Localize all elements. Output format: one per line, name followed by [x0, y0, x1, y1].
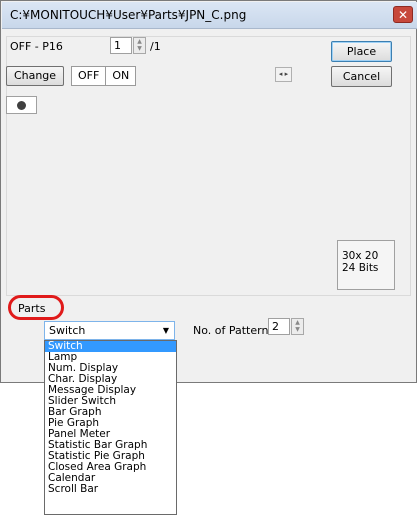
- title-bar: C:¥MONITOUCH¥User¥Parts¥JPN_C.png ✕: [2, 2, 417, 29]
- patterns-count-label: No. of Patterns: [193, 324, 275, 337]
- image-info-box: 30x 20 24 Bits: [337, 240, 395, 290]
- record-dot-icon: [17, 101, 26, 110]
- toggle-off[interactable]: OFF: [72, 67, 105, 85]
- parts-dropdown-list[interactable]: Switch Lamp Num. Display Char. Display M…: [44, 340, 177, 515]
- pattern-total: /1: [150, 40, 161, 53]
- left-right-arrows-icon[interactable]: ◂ ▸: [275, 67, 292, 82]
- close-button[interactable]: ✕: [393, 6, 413, 23]
- chevron-down-icon[interactable]: ▼: [163, 326, 169, 335]
- patterns-count-spinner[interactable]: ▲ ▼: [291, 318, 304, 335]
- spin-up-icon[interactable]: ▲: [292, 319, 303, 326]
- pattern-label: OFF - P16: [10, 40, 63, 53]
- off-on-toggle[interactable]: OFF ON: [71, 66, 137, 86]
- image-bits: 24 Bits: [342, 262, 379, 274]
- dropdown-item-scroll-bar[interactable]: Scroll Bar: [45, 484, 176, 495]
- pattern-number-input[interactable]: 1: [110, 37, 132, 54]
- place-button[interactable]: Place: [331, 41, 392, 62]
- spin-down-icon[interactable]: ▼: [292, 326, 303, 333]
- change-button[interactable]: Change: [6, 66, 64, 86]
- parts-label: Parts: [18, 302, 46, 315]
- patterns-count-input[interactable]: 2: [268, 318, 290, 335]
- toggle-on[interactable]: ON: [105, 67, 135, 85]
- cancel-button[interactable]: Cancel: [331, 66, 392, 87]
- window-title: C:¥MONITOUCH¥User¥Parts¥JPN_C.png: [10, 8, 247, 22]
- spin-down-icon[interactable]: ▼: [134, 45, 145, 52]
- parts-select[interactable]: Switch ▼: [44, 321, 175, 340]
- image-size: 30x 20: [342, 250, 379, 262]
- spin-up-icon[interactable]: ▲: [134, 38, 145, 45]
- parts-select-value: Switch: [49, 324, 86, 337]
- record-indicator: [6, 96, 37, 114]
- pattern-spinner[interactable]: ▲ ▼: [133, 37, 146, 54]
